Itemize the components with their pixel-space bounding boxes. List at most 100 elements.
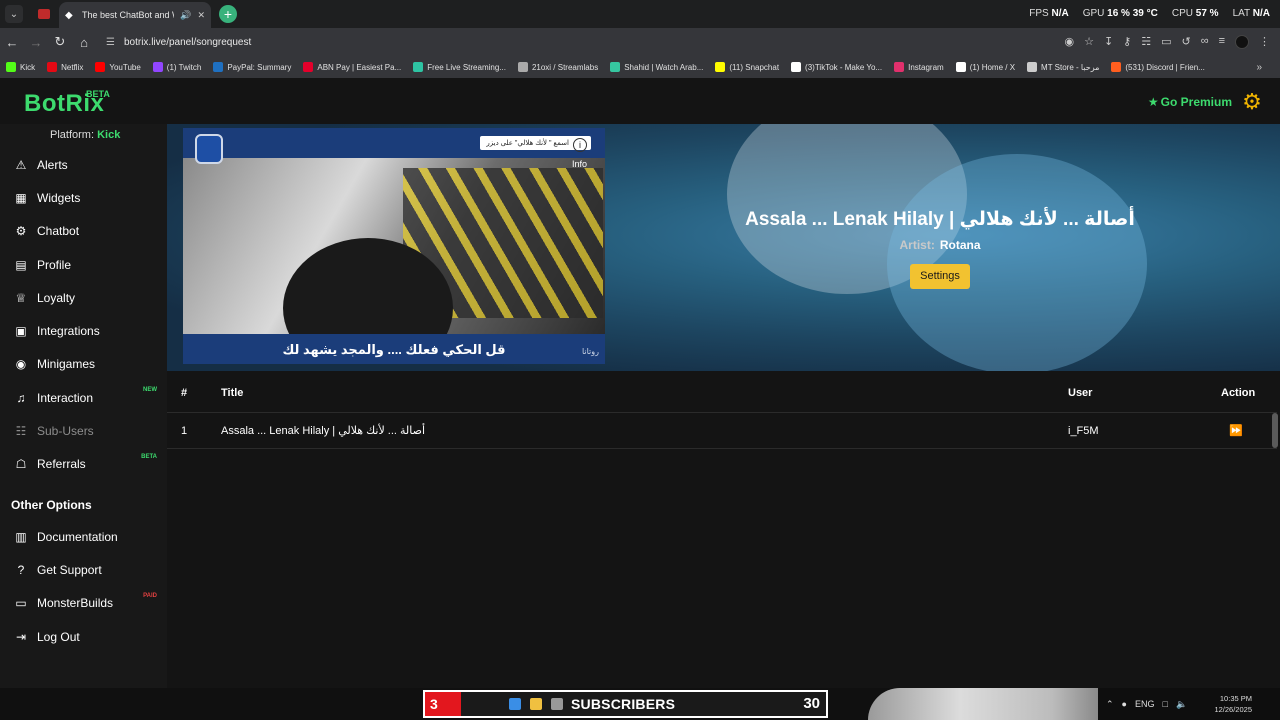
- back-icon[interactable]: ←: [0, 35, 24, 50]
- folder-icon[interactable]: [530, 698, 542, 710]
- pinned-tab[interactable]: [33, 3, 55, 25]
- tab-title: The best ChatBot and Widg: [82, 10, 174, 20]
- sidebar-item-get-support[interactable]: ? Get Support: [0, 553, 167, 586]
- volume-icon[interactable]: 🔈: [1176, 699, 1187, 710]
- bookmark-item[interactable]: Kick: [6, 62, 35, 72]
- sidebar-item-referrals[interactable]: ☖ Referrals BETA: [0, 448, 167, 481]
- settings-gear-icon[interactable]: ⚙: [1240, 90, 1264, 114]
- new-tab-button[interactable]: +: [219, 5, 237, 23]
- bookmark-label: (1) Home / X: [969, 62, 1016, 72]
- bookmark-item[interactable]: (531) Discord | Frien...: [1111, 62, 1205, 72]
- sidebar-item-interaction[interactable]: ♫ Interaction NEW: [0, 381, 167, 414]
- more-icon[interactable]: ⋮: [1259, 35, 1270, 49]
- bookmark-star-icon[interactable]: ☆: [1084, 35, 1094, 49]
- info-icon[interactable]: i: [573, 138, 587, 152]
- bookmark-item[interactable]: (1) Twitch: [152, 62, 202, 72]
- speaker-icon[interactable]: 🔊: [180, 10, 191, 21]
- bookmark-item[interactable]: Netflix: [47, 62, 83, 72]
- bookmark-label: YouTube: [109, 62, 141, 72]
- sidebar-item-documentation[interactable]: ▥ Documentation: [0, 520, 167, 553]
- bookmark-item[interactable]: MT Store - مرحبا: [1027, 62, 1099, 72]
- forward-icon[interactable]: →: [24, 35, 48, 50]
- fast-forward-icon[interactable]: ⏩: [1229, 424, 1243, 437]
- question-icon: ?: [17, 562, 25, 577]
- mic-icon[interactable]: ●: [1122, 699, 1127, 709]
- home-icon[interactable]: ⌂: [72, 35, 96, 50]
- rotana-brand: روتانا: [581, 347, 599, 356]
- bookmark-item[interactable]: Free Live Streaming...: [413, 62, 506, 72]
- sidebar-item-sub-users[interactable]: ☷ Sub-Users: [0, 414, 167, 447]
- bookmark-favicon-icon: [95, 62, 106, 72]
- bookmark-item[interactable]: Shahid | Watch Arab...: [610, 62, 703, 72]
- sidebar-item-label: Profile: [37, 257, 72, 272]
- bookmark-item[interactable]: ABN Pay | Easiest Pa...: [303, 62, 401, 72]
- bookmark-label: 21oxi / Streamlabs: [531, 62, 599, 72]
- webcam-photo: [868, 688, 1098, 720]
- bookmark-item[interactable]: (1) Home / X: [955, 62, 1016, 72]
- link-icon[interactable]: ∞: [1201, 35, 1209, 49]
- book-icon: ▥: [15, 529, 27, 544]
- bookmark-label: (1) Twitch: [166, 62, 202, 72]
- bookmark-item[interactable]: PayPal: Summary: [213, 62, 291, 72]
- bookmark-favicon-icon: [213, 62, 224, 72]
- windows-icon[interactable]: [509, 698, 521, 710]
- sidebar-item-widgets[interactable]: ▦ Widgets: [0, 181, 167, 214]
- sidebar-item-profile[interactable]: ▤ Profile: [0, 248, 167, 281]
- bookmark-favicon-icon: [715, 62, 726, 72]
- sidebar-item-chatbot[interactable]: ⚙ Chatbot: [0, 215, 167, 248]
- video-player[interactable]: اسمع " لأنك هلالي" على ديزر i Info قل ال…: [183, 128, 605, 364]
- url-field[interactable]: ☰ botrix.live/panel/songrequest: [106, 37, 1064, 48]
- network-icon[interactable]: □: [1163, 699, 1168, 709]
- language-indicator[interactable]: ENG: [1135, 699, 1155, 709]
- other-options-heading: Other Options: [11, 498, 92, 512]
- site-info-icon[interactable]: ☰: [106, 37, 115, 48]
- sidebar-item-log-out[interactable]: ⇥ Log Out: [0, 620, 167, 653]
- bookmark-item[interactable]: (11) Snapchat: [715, 62, 779, 72]
- col-action: Action: [1221, 386, 1256, 399]
- card-icon[interactable]: ▭: [1161, 35, 1171, 49]
- bookmark-item[interactable]: YouTube: [95, 62, 141, 72]
- warning-icon: ⚠: [15, 157, 27, 172]
- chevron-up-icon[interactable]: ⌃: [1106, 699, 1114, 710]
- star-icon: ★: [1147, 95, 1159, 109]
- sidebar-item-alerts[interactable]: ⚠ Alerts: [0, 148, 167, 181]
- bookmark-label: Netflix: [61, 62, 84, 72]
- now-playing-banner: اسمع " لأنك هلالي" على ديزر i Info قل ال…: [167, 124, 1280, 371]
- store-icon[interactable]: [551, 698, 563, 710]
- performance-overlay: FPS N/A GPU 16 % 39 °C CPU 57 % LAT N/A: [1029, 8, 1270, 19]
- eye-off-icon[interactable]: ◉: [1064, 35, 1074, 49]
- history-icon[interactable]: ↺: [1182, 35, 1191, 49]
- close-tab-icon[interactable]: ✕: [197, 10, 205, 21]
- netflix-icon: [38, 9, 50, 19]
- sidebar-item-integrations[interactable]: ▣ Integrations: [0, 314, 167, 347]
- sidebar-item-minigames[interactable]: ◉ Minigames: [0, 348, 167, 381]
- bookmark-item[interactable]: 21oxi / Streamlabs: [517, 62, 599, 72]
- bookmark-label: Kick: [20, 62, 36, 72]
- taskbar-apps: [509, 698, 563, 710]
- bookmark-label: (11) Snapchat: [729, 62, 780, 72]
- key-icon[interactable]: ⚷: [1123, 35, 1131, 49]
- scrollbar[interactable]: [1272, 413, 1278, 448]
- bookmark-favicon-icon: [6, 62, 16, 72]
- download-icon[interactable]: ↧: [1104, 35, 1113, 49]
- video-info-label[interactable]: Info: [572, 159, 587, 169]
- row-title: Assala ... Lenak Hilaly | أصالة ... لأنك…: [221, 425, 426, 437]
- settings-button[interactable]: Settings: [910, 264, 970, 289]
- active-tab[interactable]: ◆ The best ChatBot and Widg 🔊 ✕: [59, 2, 211, 28]
- sidebar-item-label: Documentation: [37, 529, 118, 544]
- translate-icon[interactable]: ☵: [1141, 35, 1151, 49]
- bookmark-item[interactable]: (3)TikTok - Make Yo...: [791, 62, 882, 72]
- clock[interactable]: 10:35 PM 12/26/2025: [1214, 693, 1252, 715]
- tab-search-button[interactable]: ⌄: [5, 5, 23, 23]
- table-row: 1 Assala ... Lenak Hilaly | أصالة ... لأ…: [167, 413, 1277, 449]
- profile-avatar[interactable]: [1235, 35, 1249, 49]
- queue-icon[interactable]: ≡: [1219, 35, 1225, 49]
- bookmark-item[interactable]: Instagram: [894, 62, 944, 72]
- bookmarks-overflow-icon[interactable]: »: [1256, 62, 1262, 73]
- song-queue-table: # Title User Action 1 Assala ... Lenak H…: [167, 373, 1280, 688]
- sidebar-item-loyalty[interactable]: ♕ Loyalty: [0, 281, 167, 314]
- video-tooltip[interactable]: اسمع " لأنك هلالي" على ديزر i: [480, 136, 591, 152]
- go-premium-button[interactable]: ★ Go Premium: [1148, 95, 1232, 109]
- sidebar-item-monsterbuilds[interactable]: ▭ MonsterBuilds PAID: [0, 587, 167, 620]
- reload-icon[interactable]: ↻: [48, 34, 72, 50]
